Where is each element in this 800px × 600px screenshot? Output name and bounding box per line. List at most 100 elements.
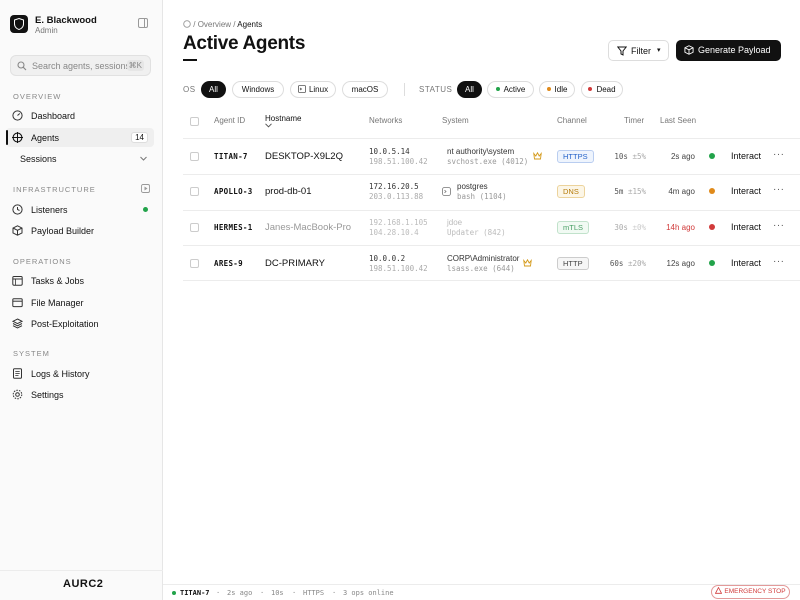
timer-value: 10s xyxy=(614,152,628,161)
status-separator: · xyxy=(216,589,221,597)
channel-badge: DNS xyxy=(557,185,585,198)
sidebar-item-settings[interactable]: Settings xyxy=(6,385,154,404)
sidebar-item-post-exploitation[interactable]: Post-Exploitation xyxy=(6,314,154,333)
user-profile[interactable]: E. Blackwood Admin xyxy=(10,14,152,36)
system-user: CORP\Administrator xyxy=(447,254,520,263)
home-icon[interactable] xyxy=(183,20,191,28)
breadcrumb-separator: / xyxy=(233,20,236,29)
select-all-checkbox[interactable] xyxy=(190,117,199,126)
more-icon[interactable]: ··· xyxy=(773,256,785,267)
chip-label: Idle xyxy=(554,85,568,94)
interact-button[interactable]: Interact xyxy=(731,258,761,268)
sidebar-item-label: Dashboard xyxy=(31,111,76,121)
sidebar-item-listeners[interactable]: Listeners xyxy=(6,200,154,219)
agent-id: ARES-9 xyxy=(214,259,243,268)
interact-button[interactable]: Interact xyxy=(731,151,761,161)
crosshair-icon xyxy=(12,132,23,143)
os-filter-linux[interactable]: Linux xyxy=(290,81,336,98)
sort-descending-icon[interactable] xyxy=(265,123,272,128)
os-filter-windows[interactable]: Windows xyxy=(232,81,284,98)
package-icon xyxy=(12,225,23,236)
agent-id: TITAN-7 xyxy=(214,152,248,161)
add-icon[interactable] xyxy=(141,184,150,193)
hostname[interactable]: DESKTOP-X9L2Q xyxy=(265,151,343,162)
timer: 60s ±20% xyxy=(600,259,646,268)
package-icon xyxy=(684,45,694,55)
sidebar-collapse-icon[interactable] xyxy=(138,18,148,28)
document-icon xyxy=(13,368,22,379)
idle-dot xyxy=(546,87,551,91)
sidebar-item-payload-builder[interactable]: Payload Builder xyxy=(6,221,154,240)
chip-label: All xyxy=(209,85,218,94)
more-icon[interactable]: ··· xyxy=(773,220,785,231)
chip-label: Linux xyxy=(308,85,329,94)
status-agent[interactable]: TITAN-7 xyxy=(180,589,210,597)
gear-icon xyxy=(12,389,23,400)
ip-external: 198.51.100.42 xyxy=(369,264,428,273)
search-placeholder: Search agents, sessions... xyxy=(32,61,128,71)
interact-button[interactable]: Interact xyxy=(731,222,761,232)
sidebar-item-label: Tasks & Jobs xyxy=(31,276,85,286)
status-separator: · xyxy=(292,589,297,597)
row-checkbox[interactable] xyxy=(190,187,199,196)
column-timer[interactable]: Timer xyxy=(624,116,644,125)
system-process: Updater (842) xyxy=(447,228,506,237)
filter-divider xyxy=(404,83,405,96)
status-filter-dead[interactable]: Dead xyxy=(581,81,623,98)
sidebar-item-label: Sessions xyxy=(20,154,57,164)
sidebar-item-file-manager[interactable]: File Manager xyxy=(6,293,154,312)
radar-icon xyxy=(12,204,23,215)
sidebar-item-label: Post-Exploitation xyxy=(31,319,99,329)
status-filter-idle[interactable]: Idle xyxy=(539,81,575,98)
last-seen: 12s ago xyxy=(666,259,695,268)
ip-internal: 10.0.0.2 xyxy=(369,254,406,263)
system-user: jdoe xyxy=(447,218,463,227)
row-checkbox[interactable] xyxy=(190,223,199,232)
sidebar-item-label: Payload Builder xyxy=(31,226,95,236)
ip-external: 198.51.100.42 xyxy=(369,157,428,166)
row-checkbox[interactable] xyxy=(190,152,199,161)
search-input[interactable]: Search agents, sessions... ⌘K xyxy=(10,55,151,76)
breadcrumb-separator: / xyxy=(193,20,196,29)
gauge-icon xyxy=(12,110,23,121)
breadcrumb-overview[interactable]: Overview xyxy=(198,20,231,29)
os-filter-macos[interactable]: macOS xyxy=(342,81,388,98)
search-shortcut: ⌘K xyxy=(126,60,144,71)
column-channel[interactable]: Channel xyxy=(557,116,587,125)
sidebar-item-dashboard[interactable]: Dashboard xyxy=(6,106,154,125)
generate-payload-button[interactable]: Generate Payload xyxy=(676,40,781,61)
channel-badge: mTLS xyxy=(557,221,590,234)
row-divider xyxy=(183,210,800,211)
column-hostname[interactable]: Hostname xyxy=(265,114,301,123)
filter-button[interactable]: Filter ▾ xyxy=(608,40,669,61)
chevron-down-icon xyxy=(140,156,147,161)
status-separator: · xyxy=(260,589,265,597)
hostname[interactable]: DC-PRIMARY xyxy=(265,258,325,269)
emergency-stop-button[interactable]: EMERGENCY STOP xyxy=(711,585,790,599)
hostname[interactable]: Janes-MacBook-Pro xyxy=(265,222,351,233)
interact-button[interactable]: Interact xyxy=(731,186,761,196)
status-filter-all[interactable]: All xyxy=(457,81,482,98)
sidebar-item-sessions[interactable]: Sessions xyxy=(6,149,154,168)
agent-id: HERMES-1 xyxy=(214,223,253,232)
more-icon[interactable]: ··· xyxy=(773,149,785,160)
column-last-seen[interactable]: Last Seen xyxy=(660,116,696,125)
sidebar-item-tasks-jobs[interactable]: Tasks & Jobs xyxy=(6,271,154,290)
status-filter-active[interactable]: Active xyxy=(487,81,534,98)
column-networks[interactable]: Networks xyxy=(369,116,402,125)
active-dot xyxy=(495,87,500,91)
sidebar-item-agents[interactable]: Agents 14 xyxy=(6,128,154,147)
os-filter-all[interactable]: All xyxy=(201,81,226,98)
channel-badge: HTTP xyxy=(557,257,589,270)
column-system[interactable]: System xyxy=(442,116,469,125)
hostname[interactable]: prod-db-01 xyxy=(265,186,311,197)
chip-label: macOS xyxy=(351,85,379,94)
layers-icon xyxy=(12,318,23,329)
timer-value: 60s xyxy=(609,259,624,268)
row-checkbox[interactable] xyxy=(190,259,199,268)
more-icon[interactable]: ··· xyxy=(773,184,785,195)
column-agent-id[interactable]: Agent ID xyxy=(214,116,245,125)
dead-dot xyxy=(588,87,593,91)
terminal-icon xyxy=(442,187,451,196)
sidebar-item-logs-history[interactable]: Logs & History xyxy=(6,364,154,383)
